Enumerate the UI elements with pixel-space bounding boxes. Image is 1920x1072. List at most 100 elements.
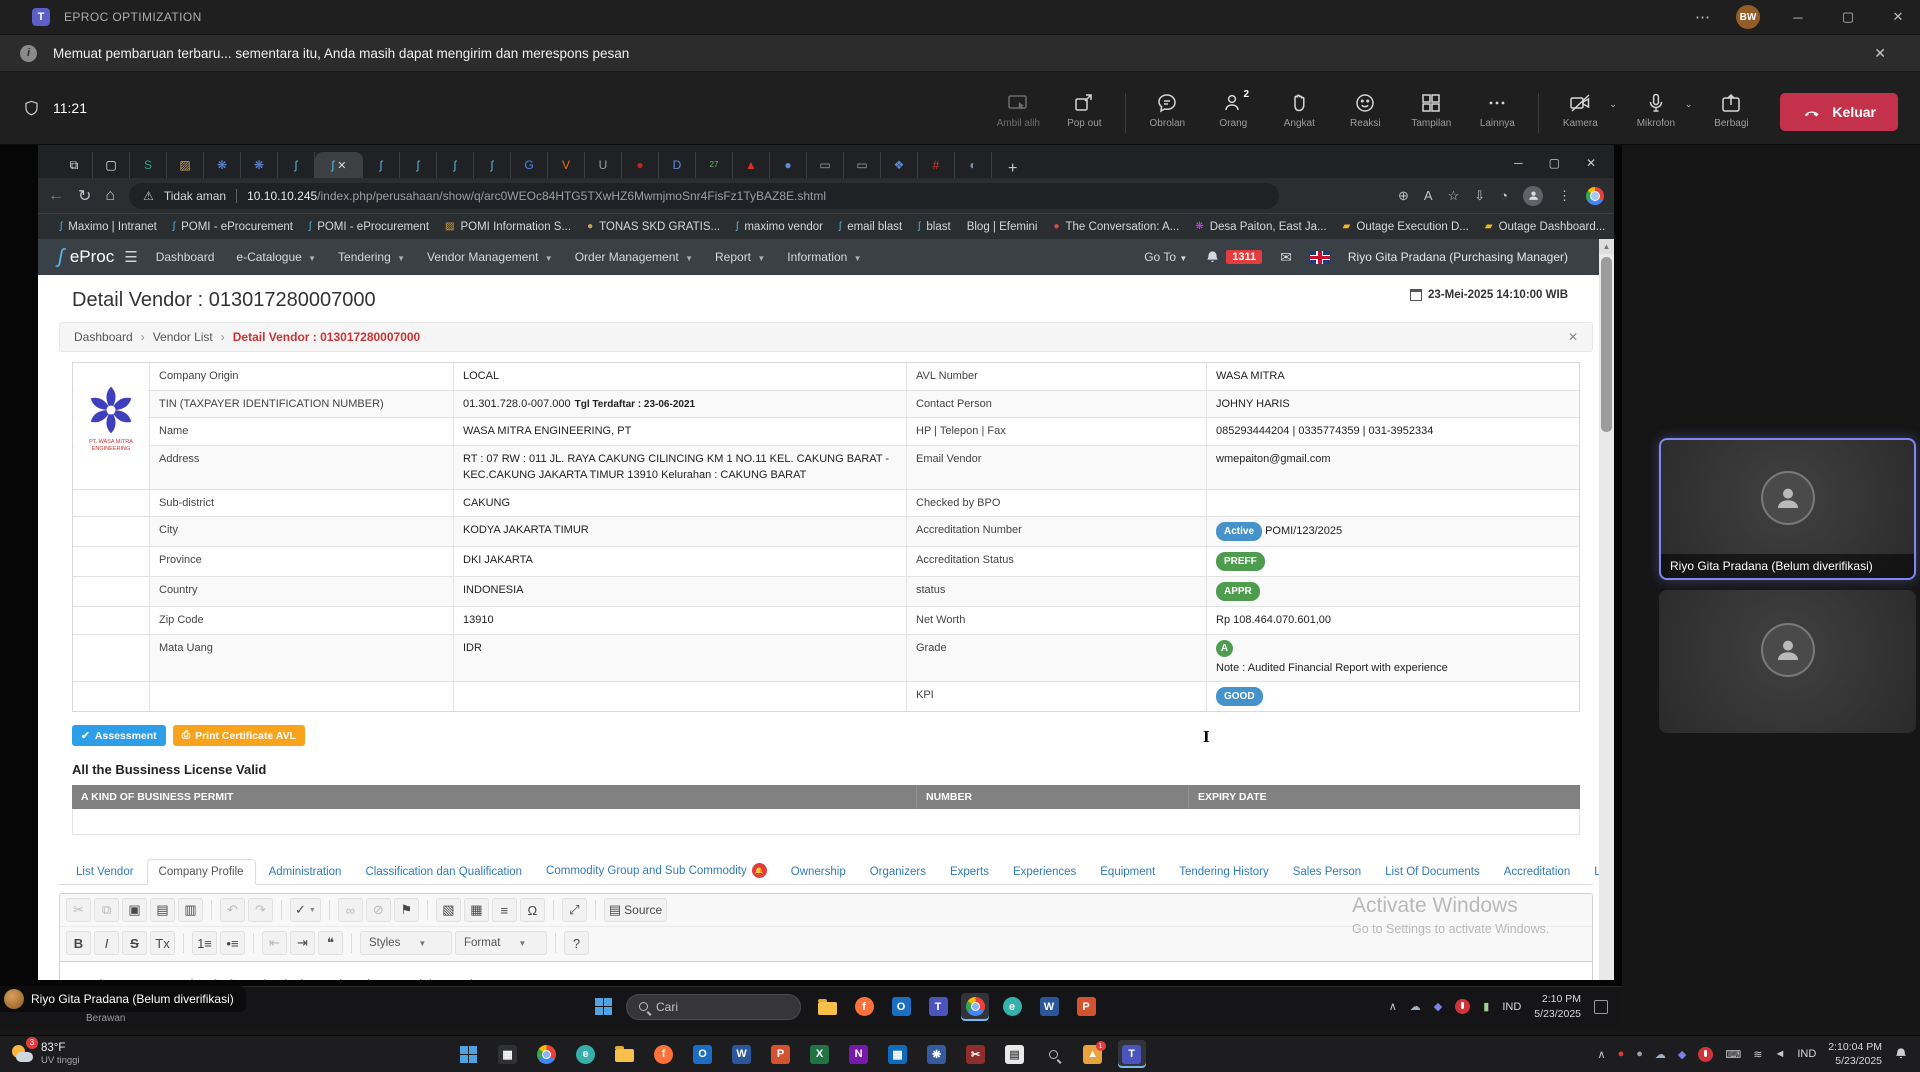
- wifi-icon[interactable]: ≋: [1753, 1048, 1762, 1061]
- search-icon[interactable]: [1040, 1040, 1068, 1068]
- nav-item-tendering[interactable]: Tendering ▼: [338, 250, 405, 264]
- nav-item-e-catalogue[interactable]: e-Catalogue ▼: [236, 250, 316, 264]
- browser-close-button[interactable]: ✕: [1586, 156, 1596, 170]
- tab-experts[interactable]: Experts: [939, 860, 1000, 884]
- bookmark-item[interactable]: ●POSH: [1613, 219, 1622, 235]
- browser-tab[interactable]: ●: [770, 152, 807, 178]
- home-icon[interactable]: ⌂: [105, 187, 115, 205]
- tab-classification-dan-qualification[interactable]: Classification dan Qualification: [354, 860, 533, 884]
- history-icon[interactable]: ◔: [1500, 188, 1508, 203]
- nav-item-order-management[interactable]: Order Management ▼: [575, 250, 693, 264]
- participant-tile[interactable]: [1659, 590, 1916, 733]
- browser-tab[interactable]: ⧉: [56, 152, 93, 178]
- italic-button[interactable]: I: [94, 931, 119, 955]
- user-menu[interactable]: Riyo Gita Pradana (Purchasing Manager): [1348, 250, 1568, 264]
- clock[interactable]: 2:10 PM 5/23/2025: [1534, 992, 1581, 1020]
- tab-equipment[interactable]: Equipment: [1089, 860, 1166, 884]
- breadcrumb-vendor-list[interactable]: Vendor List: [153, 330, 213, 344]
- mic-chevron-icon[interactable]: ⌄: [1685, 99, 1693, 110]
- notification-count-badge[interactable]: 1311: [1226, 250, 1263, 264]
- account-avatar[interactable]: BW: [1736, 5, 1760, 29]
- battery-icon[interactable]: ▮: [1483, 1000, 1489, 1013]
- menu-hamburger-icon[interactable]: ☰: [124, 248, 137, 266]
- bookmark-item[interactable]: ▰ Outage Dashboard...: [1477, 219, 1613, 235]
- touch-keyboard-icon[interactable]: ⌨: [1725, 1048, 1741, 1061]
- paste-word-icon[interactable]: ▥: [178, 898, 203, 922]
- spellcheck-icon[interactable]: ✓ ▼: [290, 898, 321, 922]
- powerpoint-icon[interactable]: P: [767, 1040, 795, 1068]
- table-icon[interactable]: ▦: [463, 898, 489, 922]
- browser-tab[interactable]: ❋: [204, 152, 241, 178]
- bookmark-item[interactable]: ● TONAS SKD GRATIS...: [579, 219, 728, 235]
- url-text[interactable]: 10.10.10.245/index.php/perusahaan/show/q…: [247, 189, 826, 203]
- edge-icon[interactable]: e: [998, 993, 1026, 1021]
- browser-tab[interactable]: V: [548, 152, 585, 178]
- reactions-button[interactable]: Reaksi: [1334, 83, 1396, 129]
- goto-menu[interactable]: Go To ▼: [1144, 250, 1187, 264]
- language-indicator[interactable]: IND: [1502, 1001, 1521, 1013]
- browser-tab[interactable]: ʃ: [363, 152, 400, 178]
- blockquote-icon[interactable]: ❝: [318, 931, 343, 955]
- word-icon[interactable]: W: [1035, 993, 1063, 1021]
- browser-minimize-button[interactable]: ─: [1514, 156, 1523, 170]
- indent-icon[interactable]: ⇥: [290, 931, 315, 955]
- paste-text-icon[interactable]: ▤: [150, 898, 175, 922]
- view-button[interactable]: Tampilan: [1400, 83, 1462, 129]
- tab-sales-person[interactable]: Sales Person: [1282, 860, 1372, 884]
- onedrive-icon[interactable]: ☁: [1655, 1048, 1666, 1061]
- anchor-flag-icon[interactable]: ⚑: [393, 898, 419, 922]
- browser-tab[interactable]: S: [130, 152, 167, 178]
- bookmark-star-icon[interactable]: ☆: [1448, 188, 1460, 204]
- bookmark-item[interactable]: Blog | Efemini: [959, 219, 1046, 235]
- gray-app-icon[interactable]: ●: [1636, 1048, 1643, 1060]
- leave-button[interactable]: Keluar: [1780, 93, 1898, 131]
- browser-tab[interactable]: D: [659, 152, 696, 178]
- scrollbar-thumb[interactable]: [1601, 257, 1612, 432]
- bookmark-item[interactable]: ❋ Desa Paiton, East Ja...: [1187, 219, 1334, 235]
- notification-center-icon[interactable]: [1594, 999, 1608, 1014]
- photos-icon[interactable]: ❋: [923, 1040, 951, 1068]
- teams-icon[interactable]: T: [1117, 1040, 1146, 1068]
- browser-tab[interactable]: ʃ: [278, 152, 315, 178]
- browser-tab-active[interactable]: ʃ ✕: [315, 152, 363, 178]
- raise-hand-button[interactable]: Angkat: [1268, 83, 1330, 129]
- browser-tab[interactable]: U: [585, 152, 622, 178]
- firefox-icon[interactable]: f: [850, 993, 878, 1021]
- eproc-brand[interactable]: eProc: [70, 247, 114, 267]
- outlook-icon[interactable]: O: [689, 1040, 717, 1068]
- paste-icon[interactable]: ▣: [122, 898, 147, 922]
- browser-tab[interactable]: ◐: [955, 152, 992, 178]
- translate-icon[interactable]: A: [1424, 188, 1433, 203]
- onedrive-icon[interactable]: ☁: [1410, 1000, 1421, 1013]
- nav-item-dashboard[interactable]: Dashboard: [156, 250, 215, 264]
- maximize-button[interactable]: ▢: [1836, 9, 1860, 25]
- hr-icon[interactable]: ≡: [491, 898, 517, 922]
- tab-accreditation[interactable]: Accreditation: [1493, 860, 1581, 884]
- tab-close-icon[interactable]: ✕: [337, 159, 346, 172]
- browser-tab[interactable]: ▭: [807, 152, 844, 178]
- start-button[interactable]: [595, 998, 612, 1015]
- breadcrumb-close-icon[interactable]: ✕: [1568, 330, 1578, 344]
- zoom-icon[interactable]: ⊕: [1398, 188, 1409, 204]
- take-control-button[interactable]: Ambil alih: [987, 83, 1049, 129]
- ordered-list-icon[interactable]: 1≡: [192, 931, 217, 955]
- browser-maximize-button[interactable]: ▢: [1549, 156, 1560, 170]
- nav-item-report[interactable]: Report ▼: [715, 250, 765, 264]
- maximize-icon[interactable]: ⤢: [561, 898, 587, 922]
- browser-tab[interactable]: 27: [696, 152, 733, 178]
- new-tab-button[interactable]: +: [1002, 160, 1023, 178]
- people-button[interactable]: 2 Orang: [1202, 83, 1264, 129]
- more-button[interactable]: Lainnya: [1466, 83, 1528, 129]
- refresh-icon[interactable]: ↻: [78, 186, 91, 206]
- mic-button[interactable]: Mikrofon: [1625, 83, 1687, 129]
- bookmark-item[interactable]: ʃ email blast: [831, 219, 910, 235]
- tray-chevron-icon[interactable]: ∧: [1389, 1000, 1397, 1013]
- tab-experiences[interactable]: Experiences: [1002, 860, 1087, 884]
- close-button[interactable]: ✕: [1886, 9, 1910, 25]
- snip-icon[interactable]: ✂: [962, 1040, 990, 1068]
- styles-select[interactable]: Styles ▼: [360, 931, 452, 955]
- nav-item-information[interactable]: Information ▼: [787, 250, 861, 264]
- image-icon[interactable]: ▧: [435, 898, 461, 922]
- notifications-bell-icon[interactable]: [1205, 250, 1220, 265]
- browser-tab[interactable]: ʃ: [400, 152, 437, 178]
